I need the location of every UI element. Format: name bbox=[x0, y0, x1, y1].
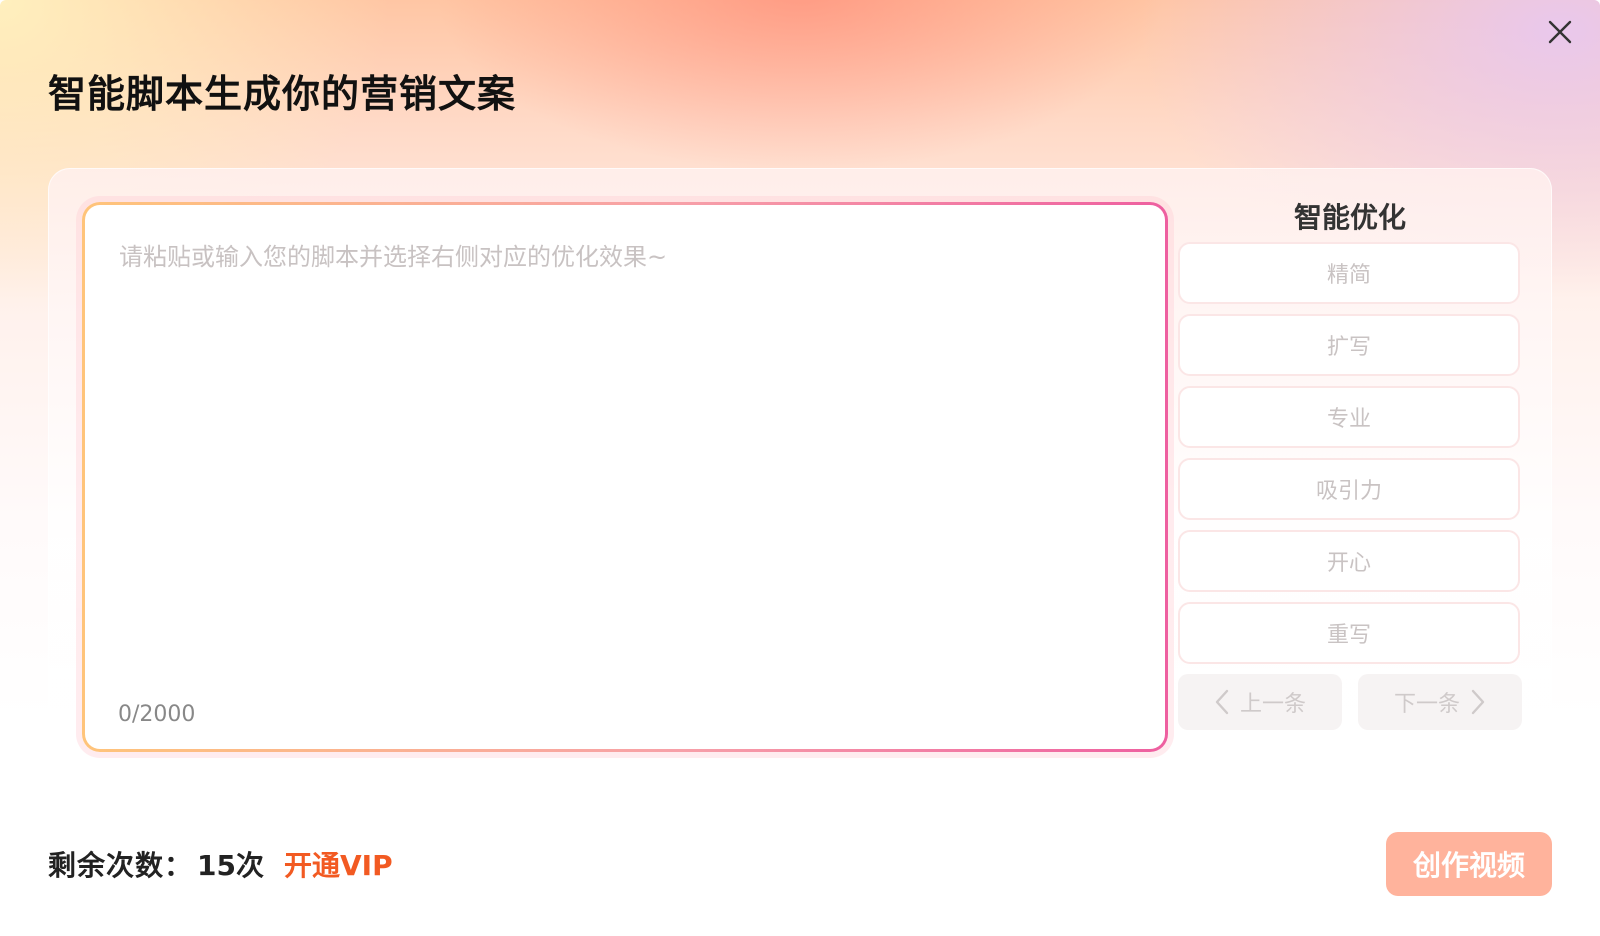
dialog-title: 智能脚本生成你的营销文案 bbox=[48, 72, 517, 116]
create-video-button[interactable]: 创作视频 bbox=[1386, 832, 1552, 896]
optimize-rewrite-button[interactable]: 重写 bbox=[1178, 602, 1520, 664]
next-result-label: 下一条 bbox=[1393, 692, 1460, 717]
close-button[interactable] bbox=[1542, 14, 1578, 50]
optimize-professional-button[interactable]: 专业 bbox=[1178, 386, 1520, 448]
close-icon bbox=[1548, 20, 1572, 44]
open-vip-link[interactable]: 开通VIP bbox=[284, 844, 393, 884]
optimize-attractive-button[interactable]: 吸引力 bbox=[1178, 458, 1520, 520]
usage-info: 剩余次数： 15次 开通VIP bbox=[48, 844, 393, 884]
remaining-count-value: 15次 bbox=[197, 849, 264, 882]
script-editor: 0/2000 bbox=[85, 205, 1165, 749]
result-nav: 上一条 下一条 bbox=[1178, 674, 1522, 730]
optimize-panel: 智能优化 精简 扩写 专业 吸引力 开心 重写 上一条 下一条 bbox=[1178, 196, 1522, 730]
chevron-right-icon bbox=[1471, 689, 1485, 715]
prev-result-button[interactable]: 上一条 bbox=[1178, 674, 1342, 730]
script-input[interactable] bbox=[117, 235, 1131, 669]
script-generator-dialog: 智能脚本生成你的营销文案 0/2000 智能优化 精简 扩写 专业 吸引力 开心… bbox=[0, 0, 1600, 936]
chevron-left-icon bbox=[1215, 689, 1229, 715]
prev-result-label: 上一条 bbox=[1239, 692, 1306, 717]
script-editor-frame: 0/2000 bbox=[82, 202, 1168, 752]
char-counter: 0/2000 bbox=[118, 702, 196, 727]
next-result-button[interactable]: 下一条 bbox=[1358, 674, 1522, 730]
remaining-count-label: 剩余次数： bbox=[48, 849, 194, 882]
optimize-simplify-button[interactable]: 精简 bbox=[1178, 242, 1520, 304]
optimize-happy-button[interactable]: 开心 bbox=[1178, 530, 1520, 592]
optimize-expand-button[interactable]: 扩写 bbox=[1178, 314, 1520, 376]
optimize-title: 智能优化 bbox=[1293, 201, 1406, 234]
